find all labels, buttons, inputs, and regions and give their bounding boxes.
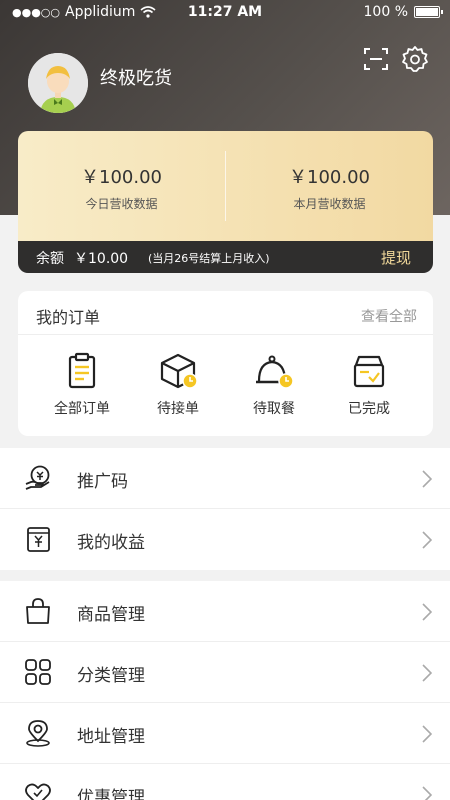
shopping-bag-icon [26, 598, 50, 624]
menu-item-label: 我的收益 [77, 533, 145, 553]
scan-icon[interactable] [362, 45, 390, 73]
chevron-right-icon [422, 725, 432, 743]
order-tab-pending[interactable]: 待接单 [128, 351, 228, 418]
orders-card: 我的订单 查看全部 全部订单 待接单 待取餐 已完成 [18, 291, 433, 436]
menu-item-label: 分类管理 [77, 666, 145, 686]
box-check-icon [353, 355, 385, 388]
order-tab-pickup[interactable]: 待取餐 [224, 351, 324, 418]
menu-item-categories[interactable]: 分类管理 [0, 642, 450, 703]
balance-bar: 余额 ￥10.00 (当月26号结算上月收入) 提现 [18, 241, 433, 273]
balance-label: 余额 [36, 251, 64, 267]
today-income[interactable]: ￥100.00 今日营收数据 [18, 163, 225, 212]
chevron-right-icon [422, 470, 432, 488]
earnings-icon [27, 527, 50, 552]
month-income-label: 本月营收数据 [293, 197, 366, 211]
chevron-right-icon [422, 603, 432, 621]
user-avatar-icon [28, 53, 88, 113]
balance-value: ￥10.00 [74, 251, 129, 267]
username: 终极吃货 [100, 68, 172, 89]
order-tab-label: 已完成 [348, 401, 390, 417]
order-tab-label: 待接单 [157, 401, 199, 417]
promo-code-icon [25, 465, 50, 490]
balance-note: (当月26号结算上月收入) [148, 252, 270, 265]
grid-icon [25, 659, 51, 685]
divider [18, 334, 433, 335]
orders-title: 我的订单 [36, 308, 101, 327]
menu-item-discounts[interactable]: 优惠管理 [0, 764, 450, 800]
heart-coupon-icon [25, 783, 51, 800]
order-tab-all[interactable]: 全部订单 [32, 351, 132, 418]
menu-item-earnings[interactable]: 我的收益 [0, 509, 450, 570]
withdraw-button[interactable]: 提现 [381, 247, 411, 268]
menu-group-management: 商品管理 分类管理 地址管理 优惠管理 [0, 581, 450, 800]
menu-group-finance: 推广码 我的收益 [0, 448, 450, 570]
today-income-value: ￥100.00 [81, 167, 162, 188]
cloche-pending-icon [256, 355, 294, 389]
menu-item-addresses[interactable]: 地址管理 [0, 703, 450, 764]
order-tab-label: 待取餐 [253, 401, 295, 417]
clipboard-icon [68, 352, 96, 389]
menu-item-label: 地址管理 [77, 727, 145, 747]
gear-icon[interactable] [401, 45, 429, 73]
battery-icon [414, 6, 443, 18]
month-income-value: ￥100.00 [289, 167, 370, 188]
income-card: ￥100.00 今日营收数据 ￥100.00 本月营收数据 [18, 131, 433, 241]
box-pending-icon [160, 353, 198, 389]
order-tab-completed[interactable]: 已完成 [319, 351, 419, 418]
avatar[interactable] [28, 53, 88, 113]
status-bar: ●●●○○ Applidium 11:27 AM 100 % [0, 0, 450, 24]
today-income-label: 今日营收数据 [85, 197, 158, 211]
menu-item-products[interactable]: 商品管理 [0, 581, 450, 642]
month-income[interactable]: ￥100.00 本月营收数据 [226, 163, 433, 212]
menu-item-label: 优惠管理 [77, 788, 145, 800]
chevron-right-icon [422, 531, 432, 549]
view-all-orders-link[interactable]: 查看全部 [361, 306, 417, 326]
location-icon [26, 720, 50, 747]
chevron-right-icon [422, 664, 432, 682]
order-tab-label: 全部订单 [54, 401, 110, 417]
menu-item-label: 推广码 [77, 472, 128, 492]
menu-item-label: 商品管理 [77, 605, 145, 625]
menu-item-promo-code[interactable]: 推广码 [0, 448, 450, 509]
battery-percent: 100 % [363, 4, 408, 20]
chevron-right-icon [422, 786, 432, 800]
